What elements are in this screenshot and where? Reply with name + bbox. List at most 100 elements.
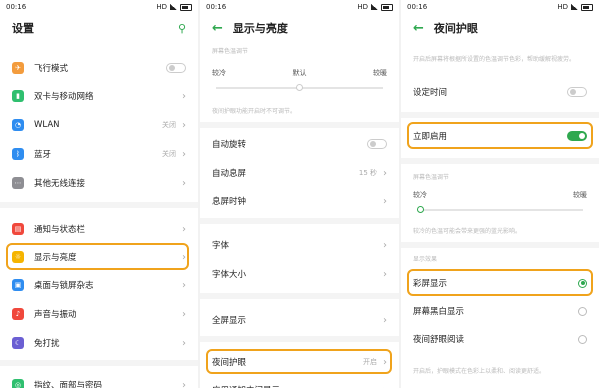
list-item[interactable]: ☼ 显示与亮度 › (0, 243, 198, 271)
settings-panel: 00:16 HD 设置 ⚲ ✈ 飞行模式 ▮ 双卡与移动网络 › ◔ WLAN 关闭 › ᛒ 蓝牙 关… (0, 0, 198, 388)
list-item[interactable]: ✈ 飞行模式 (0, 54, 198, 82)
chevron-right-icon: › (182, 379, 186, 388)
moon-icon: ☾ (12, 337, 24, 349)
list-item-label: 免打扰 (34, 339, 60, 349)
back-arrow-icon[interactable]: ← (212, 21, 223, 36)
signal-icon (371, 4, 378, 10)
chevron-right-icon: › (182, 251, 186, 263)
search-icon[interactable]: ⚲ (178, 22, 186, 35)
color-temp-labels: 较冷 较暖 (413, 190, 587, 200)
chevron-right-icon: › (182, 279, 186, 291)
toggle-switch[interactable] (166, 63, 186, 73)
list-item[interactable]: 应用通知中间显示› (200, 376, 399, 388)
notification-icon: ▤ (12, 223, 24, 235)
radio-button[interactable] (578, 278, 587, 288)
list-item-label: 桌面与锁屏杂志 (34, 281, 94, 291)
list-item-label: 息屏时钟 (212, 197, 247, 207)
list-item[interactable]: ◎ 指纹、面部与密码 › (0, 371, 198, 388)
display-mode-option[interactable]: 夜间舒眼阅读 (401, 325, 599, 353)
schedule-switch[interactable] (567, 87, 587, 97)
list-item[interactable]: ▤ 通知与状态栏 › (0, 215, 198, 243)
radio-button[interactable] (578, 306, 587, 316)
list-item-label: 其他无线连接 (34, 179, 86, 189)
chevron-right-icon: › (383, 195, 387, 207)
list-item-label: 应用通知中间显示 (212, 384, 383, 388)
display-header: ← 显示与亮度 (200, 14, 399, 42)
list-item[interactable]: ▣ 桌面与锁屏杂志 › (0, 271, 198, 299)
slider-knob[interactable] (417, 206, 424, 213)
toggle-switch[interactable] (367, 139, 387, 149)
status-bar: 00:16 HD (401, 0, 599, 14)
divider (200, 122, 399, 128)
display-mode-caption: 显示效果 (413, 256, 438, 263)
bluetooth-icon: ᛒ (12, 148, 24, 160)
chevron-right-icon: › (383, 314, 387, 326)
page-title: 设置 (12, 22, 34, 35)
battery-icon (180, 3, 192, 11)
status-time: 00:16 (206, 3, 227, 11)
list-item-label: 蓝牙 (34, 150, 52, 160)
list-item-label: 自动旋转 (212, 140, 247, 150)
page-title: 显示与亮度 (232, 22, 288, 35)
temp-warm-label: 较暖 (373, 69, 387, 77)
list-item[interactable]: 字体 › (200, 231, 399, 259)
chevron-right-icon: › (182, 308, 186, 320)
sim-icon: ▮ (12, 90, 24, 102)
list-item-label: 双卡与移动网络 (34, 92, 94, 102)
list-item[interactable]: 息屏时钟 › (200, 187, 399, 215)
list-item[interactable]: 全屏显示 › (200, 306, 399, 334)
display-mode-option[interactable]: 屏幕黑白显示 (401, 297, 599, 325)
display-mode-option[interactable]: 彩屏显示 (401, 269, 599, 297)
list-item[interactable]: 字体大小 › (200, 260, 399, 288)
list-item-label: 通知与状态栏 (34, 225, 86, 235)
slider-knob[interactable] (296, 84, 303, 91)
divider (0, 202, 198, 208)
chevron-right-icon: › (383, 239, 387, 251)
divider (200, 336, 399, 342)
color-temp-caption: 屏幕色温调节 (413, 174, 450, 181)
chevron-right-icon: › (383, 268, 387, 280)
night-bottom-note: 开启后，护眼模式在色彩上以柔和、阅读更舒适。 (413, 368, 546, 375)
schedule-label: 设定时间 (413, 88, 448, 98)
display-brightness-panel: 00:16 HD ← 显示与亮度 屏幕色温调节 较冷 默认 较暖 夜间护眼功能开… (200, 0, 399, 388)
schedule-row[interactable]: 设定时间 (401, 78, 599, 106)
night-temp-slider[interactable] (417, 209, 583, 211)
list-item[interactable]: ᛒ 蓝牙 关闭 › (0, 140, 198, 168)
battery-icon (381, 3, 393, 11)
chevron-right-icon: › (383, 167, 387, 179)
list-item-label: 显示与亮度 (34, 253, 77, 263)
radio-button[interactable] (578, 334, 587, 344)
temp-cool-label: 较冷 (212, 69, 226, 77)
enable-now-label: 立即启用 (413, 132, 448, 142)
back-arrow-icon[interactable]: ← (413, 21, 424, 36)
list-item[interactable]: ◔ WLAN 关闭 › (0, 111, 198, 139)
enable-now-switch[interactable] (567, 131, 587, 141)
list-item[interactable]: ☾ 免打扰 › (0, 329, 198, 357)
list-item-label: 字体大小 (212, 270, 247, 280)
chevron-right-icon: › (182, 90, 186, 102)
temp-default-label: 默认 (292, 69, 307, 77)
signal-icon (571, 4, 578, 10)
fingerprint-icon: ◎ (12, 379, 24, 388)
list-item-value: 关闭 (162, 150, 176, 158)
hd-indicator: HD (557, 3, 568, 11)
list-item-label: WLAN (34, 120, 60, 130)
list-item[interactable]: 自动旋转 (200, 130, 399, 158)
chevron-right-icon: › (182, 148, 186, 160)
signal-icon (170, 4, 177, 10)
list-item-label: 指纹、面部与密码 (34, 381, 103, 388)
list-item[interactable]: ♪ 声音与振动 › (0, 300, 198, 328)
more-connections-icon: ⋯ (12, 177, 24, 189)
status-bar: 00:16 HD (200, 0, 399, 14)
list-item[interactable]: ⋯ 其他无线连接 › (0, 169, 198, 197)
chevron-right-icon: › (182, 337, 186, 349)
night-description: 开启后屏幕将根据所设置的色温调节色彩，帮助缓解视疲劳。 (413, 56, 576, 63)
list-item-label: 声音与振动 (34, 310, 77, 320)
list-item[interactable]: 夜间护眼 开启 › (200, 348, 399, 376)
chevron-right-icon: › (182, 119, 186, 131)
night-mode-panel: 00:16 HD ← 夜间护眼 开启后屏幕将根据所设置的色温调节色彩，帮助缓解视… (401, 0, 599, 388)
list-item[interactable]: ▮ 双卡与移动网络 › (0, 82, 198, 110)
list-item-label: 夜间护眼 (212, 358, 247, 368)
list-item[interactable]: 自动息屏 15 秒 › (200, 159, 399, 187)
enable-now-row[interactable]: 立即启用 (401, 122, 599, 150)
